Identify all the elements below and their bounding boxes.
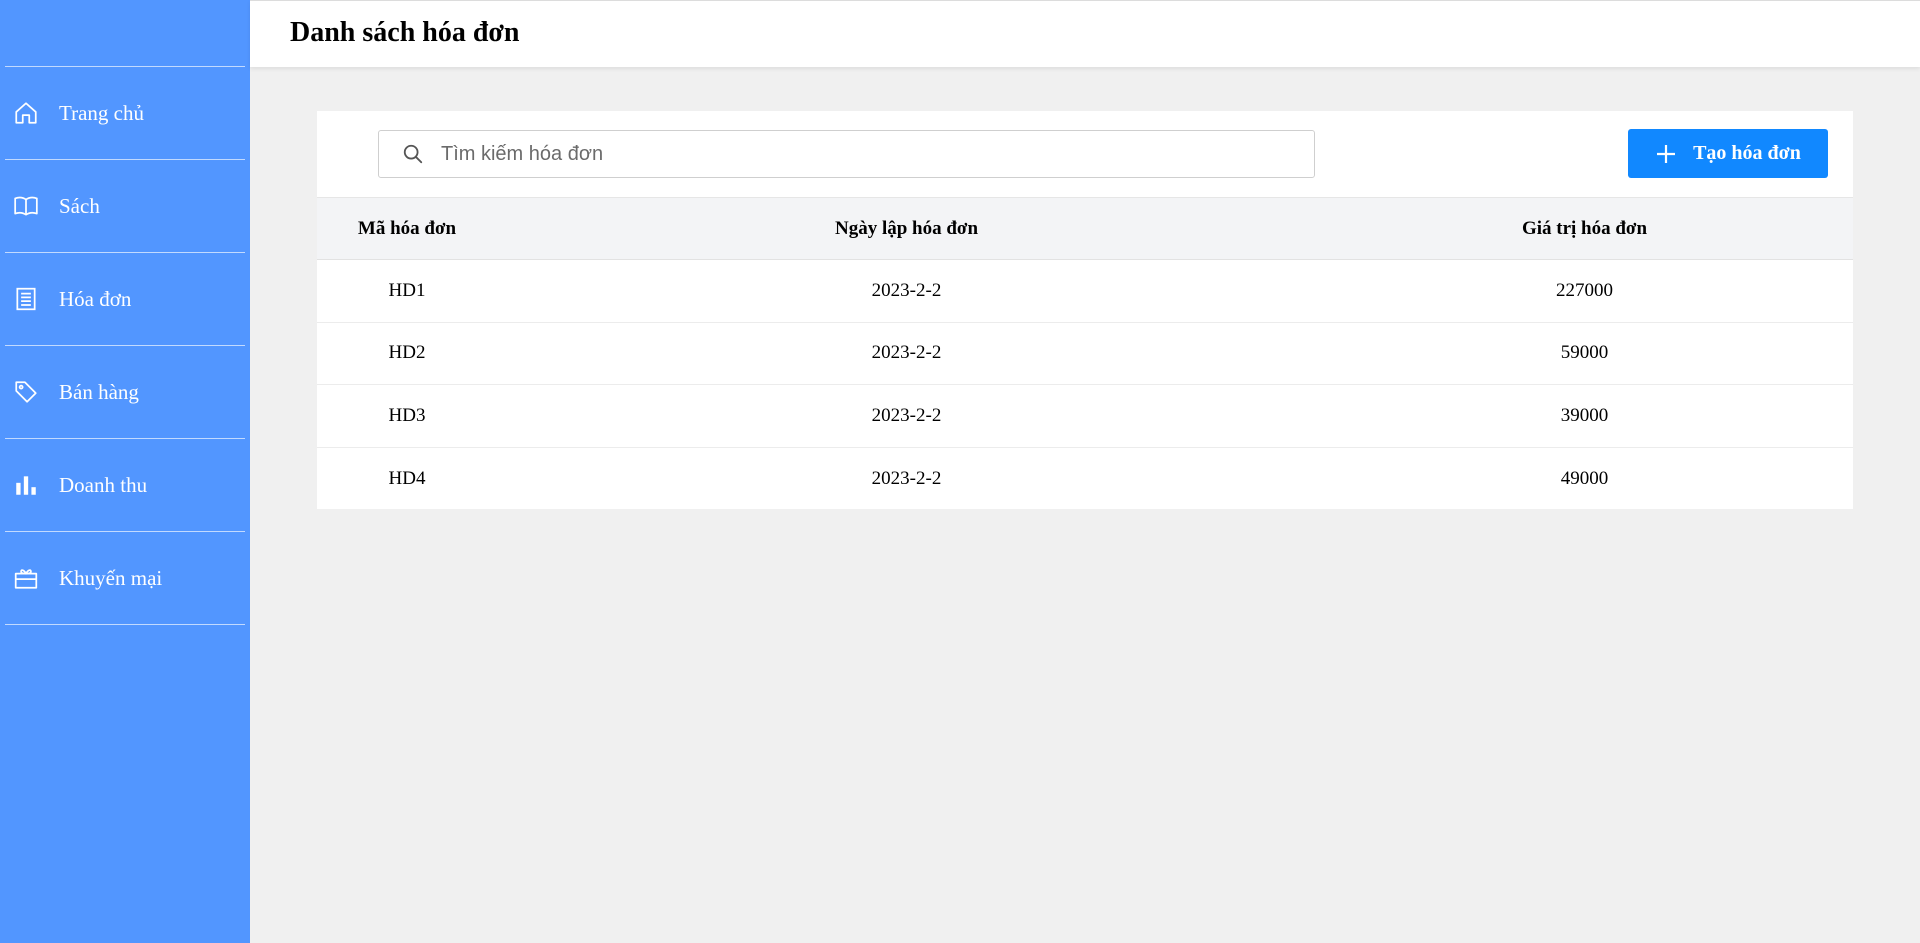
column-header-value[interactable]: Giá trị hóa đơn [1316, 218, 1853, 240]
page-header: Danh sách hóa đơn [250, 0, 1920, 67]
sidebar-item-books[interactable]: Sách [5, 160, 245, 253]
column-header-date[interactable]: Ngày lập hóa đơn [497, 218, 1316, 240]
table-row[interactable]: HD4 2023-2-2 49000 [317, 448, 1853, 511]
sidebar-item-invoices[interactable]: Hóa đơn [5, 253, 245, 346]
sidebar-item-label: Khuyến mại [59, 565, 163, 590]
cell-id: HD3 [388, 404, 426, 426]
cell-date: 2023-2-2 [871, 279, 942, 301]
cell-value: 39000 [1560, 404, 1609, 426]
sidebar: Trang chủ Sách Hóa đơn Bán hàng Doanh th… [0, 0, 250, 943]
sidebar-item-promotions[interactable]: Khuyến mại [5, 532, 245, 625]
invoice-table: Mã hóa đơn Ngày lập hóa đơn Giá trị hóa … [317, 197, 1853, 510]
search-icon [401, 142, 425, 166]
cell-value: 49000 [1560, 467, 1609, 489]
search-input[interactable] [439, 141, 1289, 167]
sidebar-item-sales[interactable]: Bán hàng [5, 346, 245, 439]
receipt-icon [12, 285, 40, 313]
create-invoice-button[interactable]: Tạo hóa đơn [1628, 129, 1828, 178]
tag-icon [12, 378, 40, 406]
search-box[interactable] [378, 130, 1315, 178]
sidebar-item-label: Doanh thu [59, 472, 148, 497]
table-row[interactable]: HD2 2023-2-2 59000 [317, 323, 1853, 385]
create-invoice-label: Tạo hóa đơn [1693, 142, 1801, 164]
cell-date: 2023-2-2 [871, 467, 942, 489]
sidebar-item-revenue[interactable]: Doanh thu [5, 439, 245, 532]
plus-icon [1655, 143, 1677, 165]
cell-value: 59000 [1560, 342, 1609, 364]
sidebar-item-label: Hóa đơn [59, 286, 132, 311]
cell-id: HD4 [388, 467, 426, 489]
page-title: Danh sách hóa đơn [290, 17, 520, 48]
table-row[interactable]: HD1 2023-2-2 227000 [317, 260, 1853, 323]
cell-date: 2023-2-2 [871, 404, 942, 426]
cell-date: 2023-2-2 [871, 342, 942, 364]
sidebar-item-label: Trang chủ [59, 100, 144, 125]
invoice-panel: Tạo hóa đơn Mã hóa đơn Ngày lập hóa đơn … [317, 111, 1853, 509]
table-row[interactable]: HD3 2023-2-2 39000 [317, 385, 1853, 448]
sidebar-item-label: Sách [59, 193, 100, 218]
home-icon [12, 99, 40, 127]
cell-id: HD1 [388, 279, 426, 301]
sidebar-item-home[interactable]: Trang chủ [5, 67, 245, 160]
column-header-id[interactable]: Mã hóa đơn [317, 218, 497, 240]
book-icon [12, 192, 40, 220]
cell-value: 227000 [1556, 279, 1613, 301]
cell-id: HD2 [388, 342, 426, 364]
table-header: Mã hóa đơn Ngày lập hóa đơn Giá trị hóa … [317, 197, 1853, 260]
bar-chart-icon [12, 471, 40, 499]
sidebar-top [5, 0, 245, 67]
gift-icon [12, 564, 40, 592]
sidebar-item-label: Bán hàng [59, 379, 139, 404]
